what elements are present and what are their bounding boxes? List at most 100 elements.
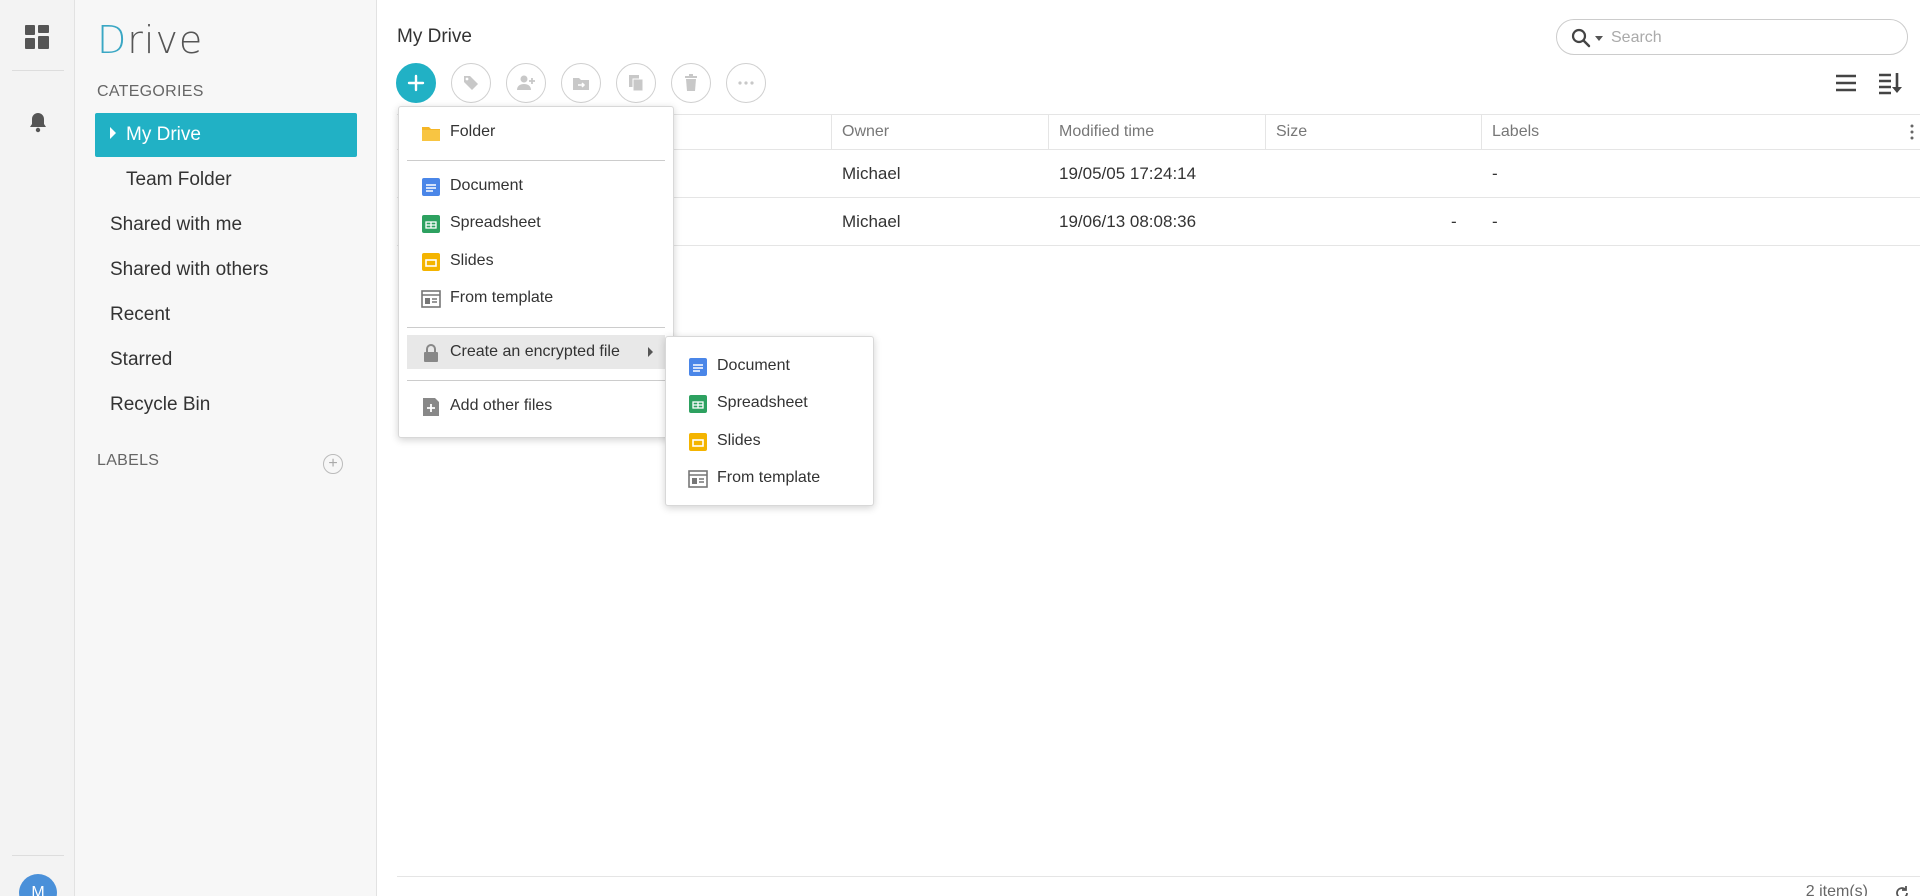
- sidebar-item-shared-with-me[interactable]: Shared with me: [95, 203, 357, 247]
- left-rail: M: [0, 0, 75, 896]
- bell-icon[interactable]: [26, 110, 50, 134]
- sidebar-item-starred[interactable]: Starred: [95, 338, 357, 382]
- chevron-down-icon[interactable]: [1595, 36, 1603, 41]
- modified-cell: 19/06/13 08:08:36: [1059, 212, 1197, 231]
- sidebar-item-label: Recycle Bin: [110, 394, 211, 415]
- add-file-icon: [423, 398, 439, 416]
- menu-item-label: Create an encrypted file: [450, 343, 620, 360]
- plus-icon: [407, 74, 425, 92]
- menu-item-from-template[interactable]: From template: [407, 281, 665, 315]
- folder-icon: [422, 127, 440, 141]
- new-button[interactable]: [396, 63, 436, 103]
- labels-heading: LABELS: [97, 452, 160, 469]
- sidebar-item-label: Shared with others: [110, 259, 269, 280]
- column-header-labels[interactable]: Labels: [1481, 115, 1892, 149]
- menu-divider: [407, 327, 665, 328]
- trash-icon: [685, 74, 697, 91]
- column-header-modified[interactable]: Modified time: [1048, 115, 1265, 149]
- sidebar-item-label: Shared with me: [110, 214, 243, 235]
- slides-icon: [689, 433, 707, 451]
- sidebar-item-team-folder[interactable]: Team Folder: [95, 158, 357, 202]
- item-count: 2 item(s): [1805, 883, 1868, 896]
- menu-item-slides[interactable]: Slides: [407, 244, 665, 278]
- menu-item-label: From template: [717, 469, 821, 486]
- avatar[interactable]: M: [19, 874, 57, 896]
- share-user-icon: [517, 75, 535, 90]
- template-icon: [421, 290, 441, 308]
- categories-heading: CATEGORIES: [97, 83, 204, 100]
- menu-item-spreadsheet[interactable]: Spreadsheet: [407, 206, 665, 240]
- menu-item-label: Document: [717, 357, 790, 374]
- labels-cell: -: [1492, 212, 1498, 231]
- submenu-item-document[interactable]: Document: [674, 349, 865, 383]
- move-icon: [573, 78, 589, 90]
- tag-icon: [464, 76, 478, 90]
- rail-divider: [12, 855, 64, 856]
- sidebar-item-my-drive[interactable]: My Drive: [95, 113, 357, 157]
- menu-item-label: Spreadsheet: [450, 214, 541, 231]
- copy-icon: [629, 75, 644, 92]
- sidebar-item-recent[interactable]: Recent: [95, 293, 357, 337]
- share-button[interactable]: [506, 63, 546, 103]
- sidebar-item-recycle-bin[interactable]: Recycle Bin: [95, 383, 357, 427]
- search-input[interactable]: [1611, 26, 1891, 50]
- menu-item-add-other-files[interactable]: Add other files: [407, 389, 665, 423]
- sidebar-item-label: Starred: [110, 349, 173, 370]
- menu-item-label: Slides: [717, 432, 761, 449]
- column-header-owner[interactable]: Owner: [831, 115, 1048, 149]
- more-icon: [738, 81, 754, 85]
- caret-right-icon: [648, 347, 653, 357]
- more-button[interactable]: [726, 63, 766, 103]
- sidebar-item-shared-with-others[interactable]: Shared with others: [95, 248, 357, 292]
- labels-cell: -: [1492, 164, 1498, 183]
- search-box[interactable]: [1556, 19, 1908, 55]
- lock-icon: [424, 344, 438, 362]
- move-button[interactable]: [561, 63, 601, 103]
- list-view-icon[interactable]: [1833, 70, 1859, 96]
- search-icon[interactable]: [1571, 28, 1591, 48]
- sort-icon[interactable]: [1877, 70, 1903, 96]
- menu-item-label: Document: [450, 177, 523, 194]
- document-icon: [689, 358, 707, 376]
- add-label-icon[interactable]: +: [323, 454, 343, 474]
- copy-button[interactable]: [616, 63, 656, 103]
- slides-icon: [422, 253, 440, 271]
- menu-item-label: Spreadsheet: [717, 394, 808, 411]
- menu-divider: [407, 160, 665, 161]
- drive-app: M Drive CATEGORIES My Drive Team Folder …: [0, 0, 1920, 896]
- menu-item-label: Add other files: [450, 397, 553, 414]
- status-bar: 2 item(s): [397, 876, 1920, 896]
- spreadsheet-icon: [689, 395, 707, 413]
- page-title: My Drive: [397, 26, 472, 47]
- spreadsheet-icon: [422, 215, 440, 233]
- menu-divider: [407, 380, 665, 381]
- owner-cell: Michael: [842, 164, 901, 183]
- column-options-icon[interactable]: [1910, 123, 1914, 141]
- caret-right-icon[interactable]: [110, 126, 116, 139]
- apps-icon[interactable]: [24, 24, 50, 50]
- sidebar-item-label: Recent: [110, 304, 171, 325]
- submenu-item-slides[interactable]: Slides: [674, 424, 865, 458]
- column-header-size[interactable]: Size: [1265, 115, 1481, 149]
- document-icon: [422, 178, 440, 196]
- drive-logo[interactable]: Drive: [97, 18, 203, 62]
- menu-item-label: From template: [450, 289, 554, 306]
- sidebar-item-label: My Drive: [126, 124, 201, 145]
- template-icon: [688, 470, 708, 488]
- menu-item-encrypted-file[interactable]: Create an encrypted file: [407, 335, 665, 369]
- menu-item-label: Folder: [450, 123, 496, 140]
- owner-cell: Michael: [842, 212, 901, 231]
- encrypted-submenu: Document Spreadsheet Slides From templat…: [665, 336, 874, 506]
- label-button[interactable]: [451, 63, 491, 103]
- menu-item-document[interactable]: Document: [407, 169, 665, 203]
- size-cell: -: [1451, 212, 1457, 231]
- delete-button[interactable]: [671, 63, 711, 103]
- menu-item-folder[interactable]: Folder: [407, 115, 665, 149]
- create-menu: Folder Document Spreadsheet Slides From …: [398, 106, 674, 438]
- submenu-item-from-template[interactable]: From template: [674, 461, 865, 495]
- sidebar: Drive CATEGORIES My Drive Team Folder Sh…: [75, 0, 377, 896]
- modified-cell: 19/05/05 17:24:14: [1059, 164, 1197, 183]
- sidebar-item-label: Team Folder: [126, 169, 232, 190]
- submenu-item-spreadsheet[interactable]: Spreadsheet: [674, 386, 865, 420]
- refresh-icon[interactable]: [1894, 885, 1910, 896]
